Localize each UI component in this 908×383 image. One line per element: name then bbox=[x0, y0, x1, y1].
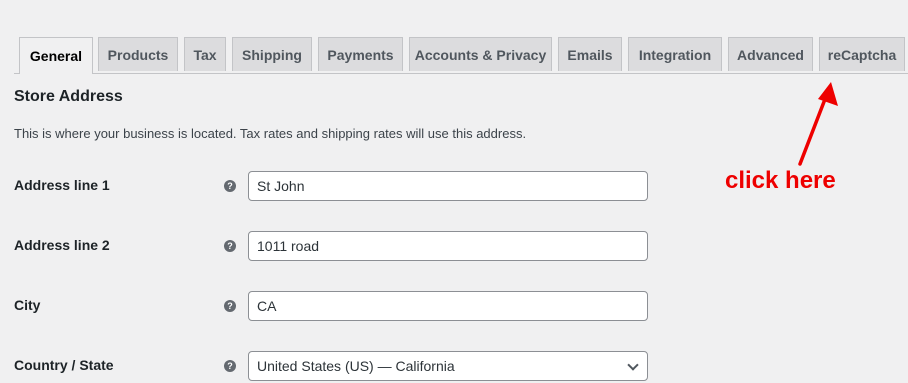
help-icon[interactable]: ? bbox=[224, 300, 236, 312]
help-icon[interactable]: ? bbox=[224, 180, 236, 192]
country-state-select[interactable]: United States (US) — California bbox=[248, 351, 648, 381]
chevron-down-icon bbox=[627, 359, 639, 371]
address-line-2-row: Address line 2 ? 1011 road bbox=[0, 231, 680, 261]
tab-accounts-privacy[interactable]: Accounts & Privacy bbox=[409, 37, 552, 71]
tab-tax[interactable]: Tax bbox=[184, 37, 226, 71]
click-here-annotation: click here bbox=[725, 167, 836, 194]
address-line-1-row: Address line 1 ? St John bbox=[0, 171, 680, 201]
tab-shipping[interactable]: Shipping bbox=[232, 37, 312, 71]
tab-advanced[interactable]: Advanced bbox=[728, 37, 813, 71]
section-description: This is where your business is located. … bbox=[14, 126, 527, 141]
address-line-2-input[interactable]: 1011 road bbox=[248, 231, 648, 261]
country-state-value: United States (US) — California bbox=[257, 358, 455, 374]
city-input[interactable]: CA bbox=[248, 291, 648, 321]
city-label: City bbox=[14, 297, 41, 313]
country-state-label: Country / State bbox=[14, 357, 114, 373]
tab-emails[interactable]: Emails bbox=[558, 37, 622, 71]
address-line-1-input[interactable]: St John bbox=[248, 171, 648, 201]
tab-general[interactable]: General bbox=[19, 37, 93, 74]
address-line-2-label: Address line 2 bbox=[14, 237, 110, 253]
section-title: Store Address bbox=[14, 88, 123, 105]
help-icon[interactable]: ? bbox=[224, 240, 236, 252]
settings-tabs: General Products Tax Shipping Payments A… bbox=[14, 37, 908, 74]
annotation-arrow-icon bbox=[798, 82, 838, 166]
city-row: City ? CA bbox=[0, 291, 680, 321]
help-icon[interactable]: ? bbox=[224, 360, 236, 372]
country-state-row: Country / State ? United States (US) — C… bbox=[0, 351, 680, 381]
tab-products[interactable]: Products bbox=[98, 37, 178, 71]
tab-payments[interactable]: Payments bbox=[318, 37, 403, 71]
tab-integration[interactable]: Integration bbox=[628, 37, 722, 71]
address-line-1-label: Address line 1 bbox=[14, 177, 110, 193]
tab-recaptcha[interactable]: reCaptcha bbox=[819, 37, 905, 71]
